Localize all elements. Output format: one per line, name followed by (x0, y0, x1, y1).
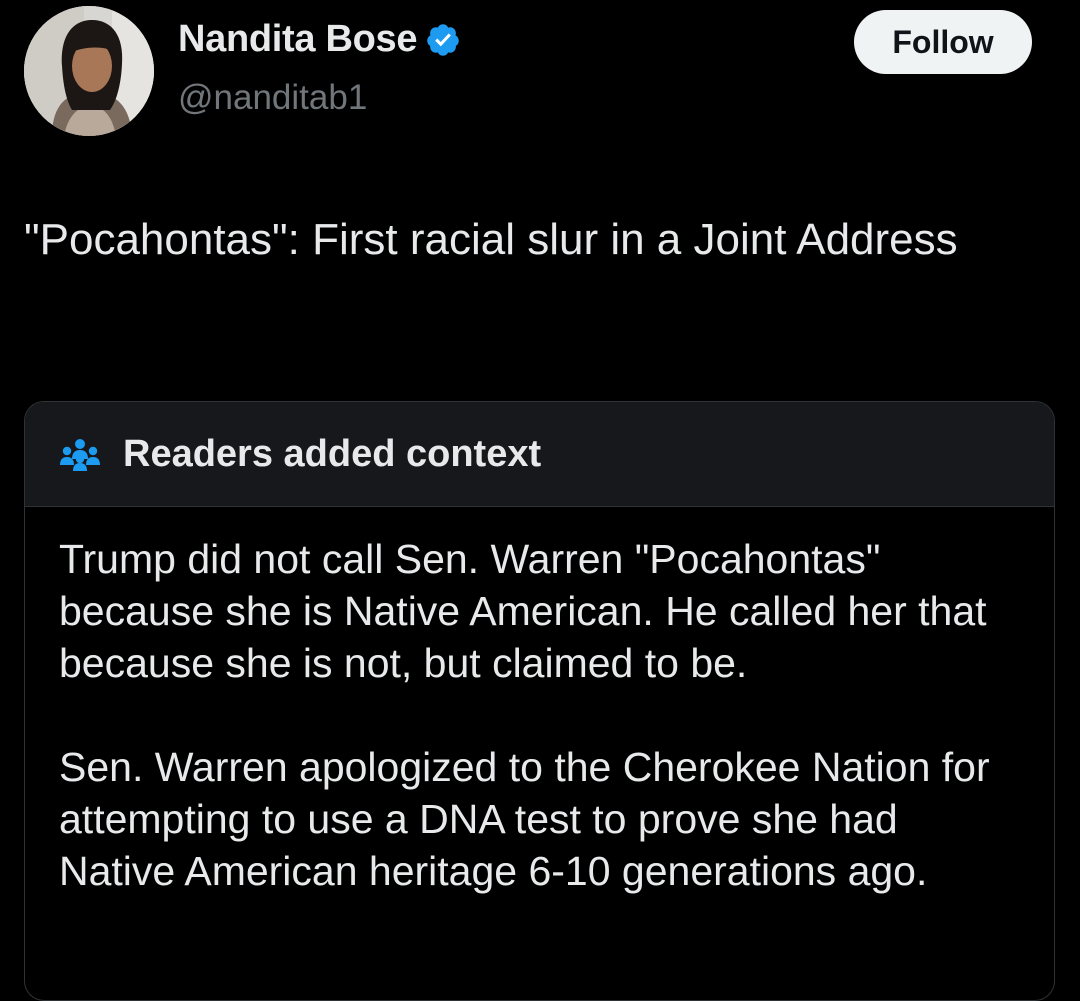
avatar-image (24, 6, 154, 136)
verified-badge-icon (425, 22, 461, 58)
follow-button[interactable]: Follow (854, 10, 1032, 74)
community-note-body: Trump did not call Sen. Warren "Pocahont… (25, 507, 1054, 897)
community-note-paragraph: Trump did not call Sen. Warren "Pocahont… (59, 536, 987, 686)
community-note-title: Readers added context (123, 432, 542, 475)
tweet-header: Nandita Bose @nanditab1 Follow (0, 0, 1080, 150)
people-icon (59, 437, 101, 471)
display-name[interactable]: Nandita Bose (178, 18, 418, 61)
tweet-text: "Pocahontas": First racial slur in a Joi… (24, 215, 958, 264)
community-note-header: Readers added context (25, 402, 1054, 507)
author-handle[interactable]: @nanditab1 (178, 78, 367, 118)
avatar[interactable] (24, 6, 154, 136)
community-note-card: Readers added context Trump did not call… (24, 401, 1055, 1001)
author-name-row: Nandita Bose (178, 18, 461, 61)
community-note-paragraph: Sen. Warren apologized to the Cherokee N… (59, 744, 990, 894)
